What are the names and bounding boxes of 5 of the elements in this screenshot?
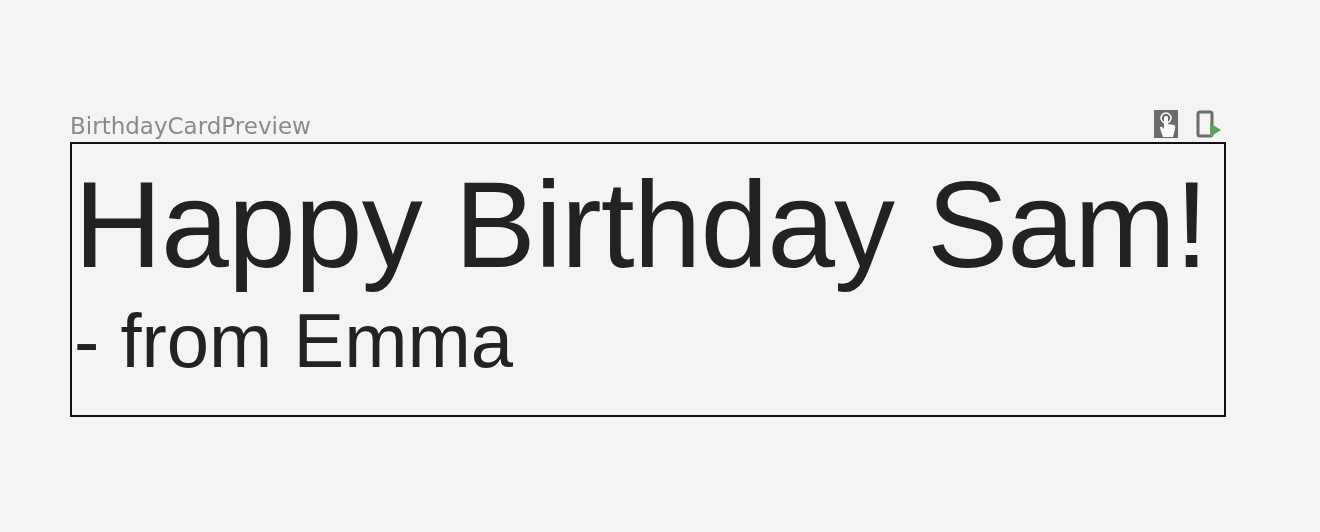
device-play-icon[interactable]	[1196, 110, 1222, 138]
greeting-text: Happy Birthday Sam!	[74, 156, 1209, 295]
signature-text: - from Emma	[74, 296, 515, 385]
touch-icon[interactable]	[1154, 110, 1180, 138]
preview-title: BirthdayCardPreview	[70, 112, 311, 141]
